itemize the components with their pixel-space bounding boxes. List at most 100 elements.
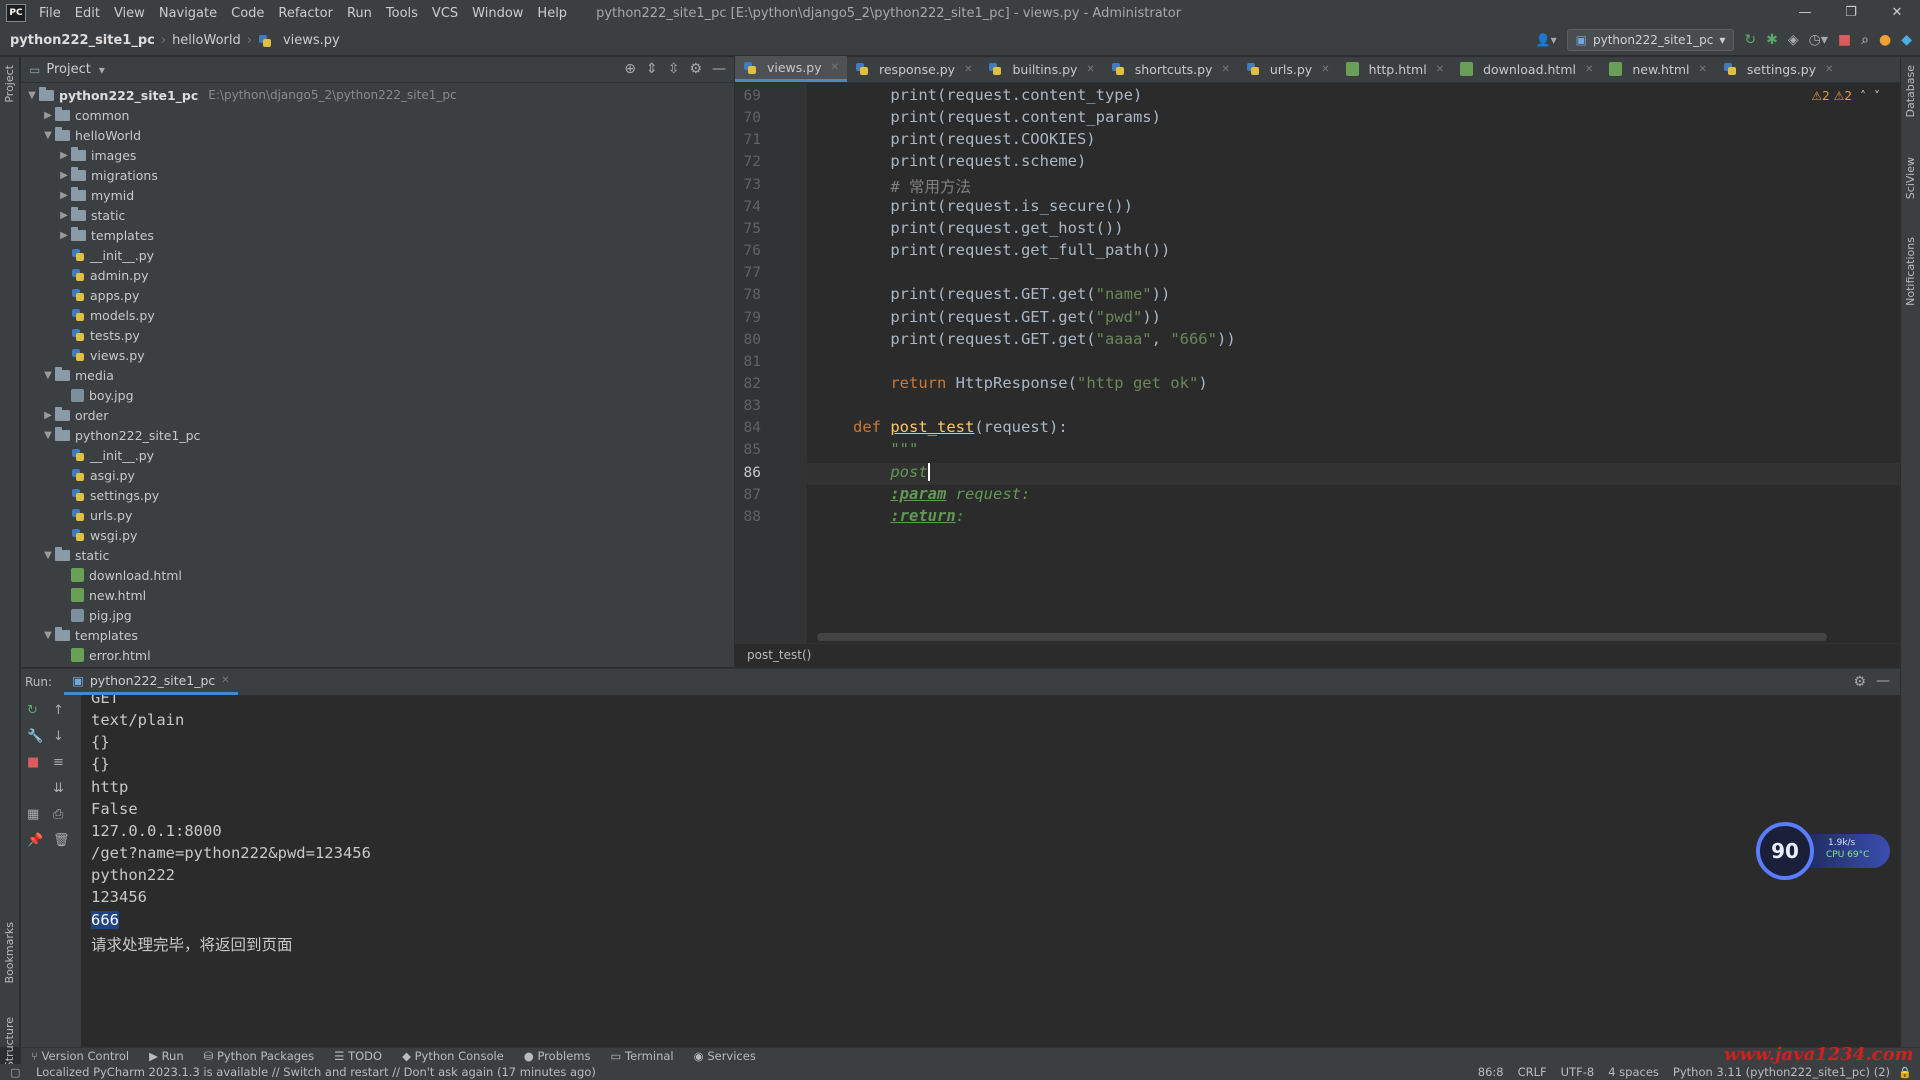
- chevron-down-icon[interactable]: ▼: [41, 550, 55, 561]
- tree-file[interactable]: boy.jpg: [21, 385, 734, 405]
- project-tool-tab[interactable]: Project: [3, 65, 16, 103]
- menu-item-run[interactable]: Run: [340, 6, 379, 21]
- chevron-right-icon[interactable]: ▶: [57, 150, 71, 161]
- code-area[interactable]: print(request.content_type) print(reques…: [735, 83, 1900, 643]
- menu-item-vcs[interactable]: VCS: [425, 6, 465, 21]
- tree-file[interactable]: __init__.py: [21, 245, 734, 265]
- menu-item-refactor[interactable]: Refactor: [271, 6, 340, 21]
- menu-item-file[interactable]: File: [32, 6, 68, 21]
- caret-position[interactable]: 86:8: [1478, 1065, 1504, 1079]
- rerun-icon[interactable]: ↻: [1744, 32, 1756, 48]
- tree-folder[interactable]: ▼ media: [21, 365, 734, 385]
- close-icon[interactable]: ✕: [1086, 64, 1094, 75]
- search-icon[interactable]: ⌕: [1861, 32, 1869, 48]
- bottom-tab-terminal[interactable]: ▭ Terminal: [610, 1049, 673, 1063]
- chevron-down-icon[interactable]: ▾: [99, 63, 105, 77]
- tree-folder[interactable]: ▶ images: [21, 145, 734, 165]
- editor-tab[interactable]: builtins.py ✕: [980, 56, 1102, 82]
- breadcrumb-folder[interactable]: helloWorld: [172, 33, 241, 48]
- tree-folder[interactable]: ▶ common: [21, 105, 734, 125]
- bottom-tab-version-control[interactable]: ⑂ Version Control: [31, 1049, 129, 1063]
- profile-icon[interactable]: ◷▾: [1809, 32, 1828, 48]
- bottom-tab-python-packages[interactable]: ⛁ Python Packages: [204, 1049, 314, 1063]
- collapse-all-icon[interactable]: ⇳: [668, 61, 680, 77]
- chevron-right-icon[interactable]: ▶: [57, 230, 71, 241]
- menu-item-navigate[interactable]: Navigate: [152, 6, 224, 21]
- lock-icon[interactable]: 🔒: [1898, 1066, 1912, 1079]
- close-icon[interactable]: ✕: [831, 62, 839, 73]
- run-config-select[interactable]: ▣ python222_site1_pc ▾: [1566, 29, 1735, 51]
- chevron-right-icon[interactable]: ▶: [41, 410, 55, 421]
- tree-file[interactable]: models.py: [21, 305, 734, 325]
- close-icon[interactable]: ✕: [1585, 64, 1593, 75]
- indent-setting[interactable]: 4 spaces: [1608, 1065, 1659, 1079]
- gear-icon[interactable]: ⚙: [689, 61, 702, 77]
- tree-file[interactable]: asgi.py: [21, 465, 734, 485]
- menu-item-code[interactable]: Code: [224, 6, 271, 21]
- horizontal-scrollbar[interactable]: [817, 633, 1827, 641]
- editor-breadcrumb[interactable]: post_test(): [735, 643, 1900, 667]
- notifications-tool-tab[interactable]: Notifications: [1904, 237, 1917, 306]
- update-icon[interactable]: ●: [1879, 32, 1891, 48]
- editor-tab[interactable]: settings.py ✕: [1715, 56, 1842, 82]
- status-message[interactable]: Localized PyCharm 2023.1.3 is available …: [36, 1065, 596, 1079]
- chevron-down-icon[interactable]: ▼: [41, 370, 55, 381]
- tree-folder[interactable]: ▼ static: [21, 545, 734, 565]
- close-icon[interactable]: ✕: [1825, 64, 1833, 75]
- chevron-right-icon[interactable]: ▶: [41, 110, 55, 121]
- tree-folder[interactable]: ▶ static: [21, 205, 734, 225]
- line-separator[interactable]: CRLF: [1518, 1065, 1547, 1079]
- chevron-down-icon[interactable]: ▼: [41, 630, 55, 641]
- editor-tab[interactable]: urls.py ✕: [1238, 56, 1338, 82]
- plugin-icon[interactable]: ◆: [1901, 32, 1912, 48]
- bottom-tab-run[interactable]: ▶ Run: [149, 1049, 184, 1063]
- bottom-tab-services[interactable]: ◉ Services: [694, 1049, 756, 1063]
- editor-tab[interactable]: response.py ✕: [847, 56, 980, 82]
- maximize-icon[interactable]: ❐: [1828, 0, 1874, 26]
- tree-folder[interactable]: ▶ migrations: [21, 165, 734, 185]
- debug-icon[interactable]: ✱: [1766, 32, 1778, 48]
- tree-root[interactable]: ▼ python222_site1_pc E:\python\django5_2…: [21, 85, 734, 105]
- tree-folder[interactable]: ▼ helloWorld: [21, 125, 734, 145]
- close-icon[interactable]: ✕: [1436, 64, 1444, 75]
- stop-icon[interactable]: ■: [1838, 32, 1851, 48]
- tree-file[interactable]: error.html: [21, 645, 734, 665]
- console-output[interactable]: GET text/plain {} {} http False 127.0.0.1:8000…: [21, 695, 1900, 1047]
- close-icon[interactable]: ✕: [964, 64, 972, 75]
- file-encoding[interactable]: UTF-8: [1561, 1065, 1595, 1079]
- tree-folder[interactable]: ▶ order: [21, 405, 734, 425]
- chevron-right-icon[interactable]: ▶: [57, 170, 71, 181]
- bottom-tab-python-console[interactable]: ◆ Python Console: [402, 1049, 504, 1063]
- gear-icon[interactable]: ⚙: [1853, 674, 1866, 690]
- minimize-icon[interactable]: —: [1782, 0, 1828, 26]
- tree-file[interactable]: wsgi.py: [21, 525, 734, 545]
- tree-file[interactable]: download.html: [21, 565, 734, 585]
- chevron-right-icon[interactable]: ▶: [57, 190, 71, 201]
- tree-folder[interactable]: ▶ mymid: [21, 185, 734, 205]
- bottom-tab-todo[interactable]: ☰ TODO: [334, 1049, 382, 1063]
- editor-tab[interactable]: download.html ✕: [1452, 56, 1601, 82]
- close-icon[interactable]: ✕: [1699, 64, 1707, 75]
- close-icon[interactable]: ✕: [1321, 64, 1329, 75]
- close-icon[interactable]: ✕: [1874, 0, 1920, 26]
- editor-tab[interactable]: new.html ✕: [1601, 56, 1715, 82]
- editor-tab[interactable]: views.py ✕: [735, 56, 847, 82]
- run-tab[interactable]: ▣ python222_site1_pc ✕: [64, 669, 238, 695]
- breadcrumb-file[interactable]: views.py: [283, 33, 340, 48]
- tree-file[interactable]: admin.py: [21, 265, 734, 285]
- locate-icon[interactable]: ⊕: [624, 61, 636, 77]
- tree-folder[interactable]: ▼ templates: [21, 625, 734, 645]
- coverage-icon[interactable]: ◈: [1788, 32, 1799, 48]
- bookmarks-tool-tab[interactable]: Bookmarks: [3, 922, 16, 983]
- project-panel-title[interactable]: Project: [46, 62, 90, 77]
- system-monitor-widget[interactable]: 1.9k/s CPU 69°C 90: [1756, 822, 1896, 882]
- tree-folder[interactable]: ▶ templates: [21, 225, 734, 245]
- hide-icon[interactable]: —: [1876, 673, 1890, 689]
- tree-file[interactable]: views.py: [21, 345, 734, 365]
- menu-item-window[interactable]: Window: [465, 6, 530, 21]
- menu-item-help[interactable]: Help: [530, 6, 574, 21]
- tree-file[interactable]: new.html: [21, 585, 734, 605]
- interpreter-selector[interactable]: Python 3.11 (python222_site1_pc) (2): [1673, 1065, 1890, 1079]
- menu-item-tools[interactable]: Tools: [379, 6, 425, 21]
- sciview-tool-tab[interactable]: SciView: [1904, 157, 1917, 199]
